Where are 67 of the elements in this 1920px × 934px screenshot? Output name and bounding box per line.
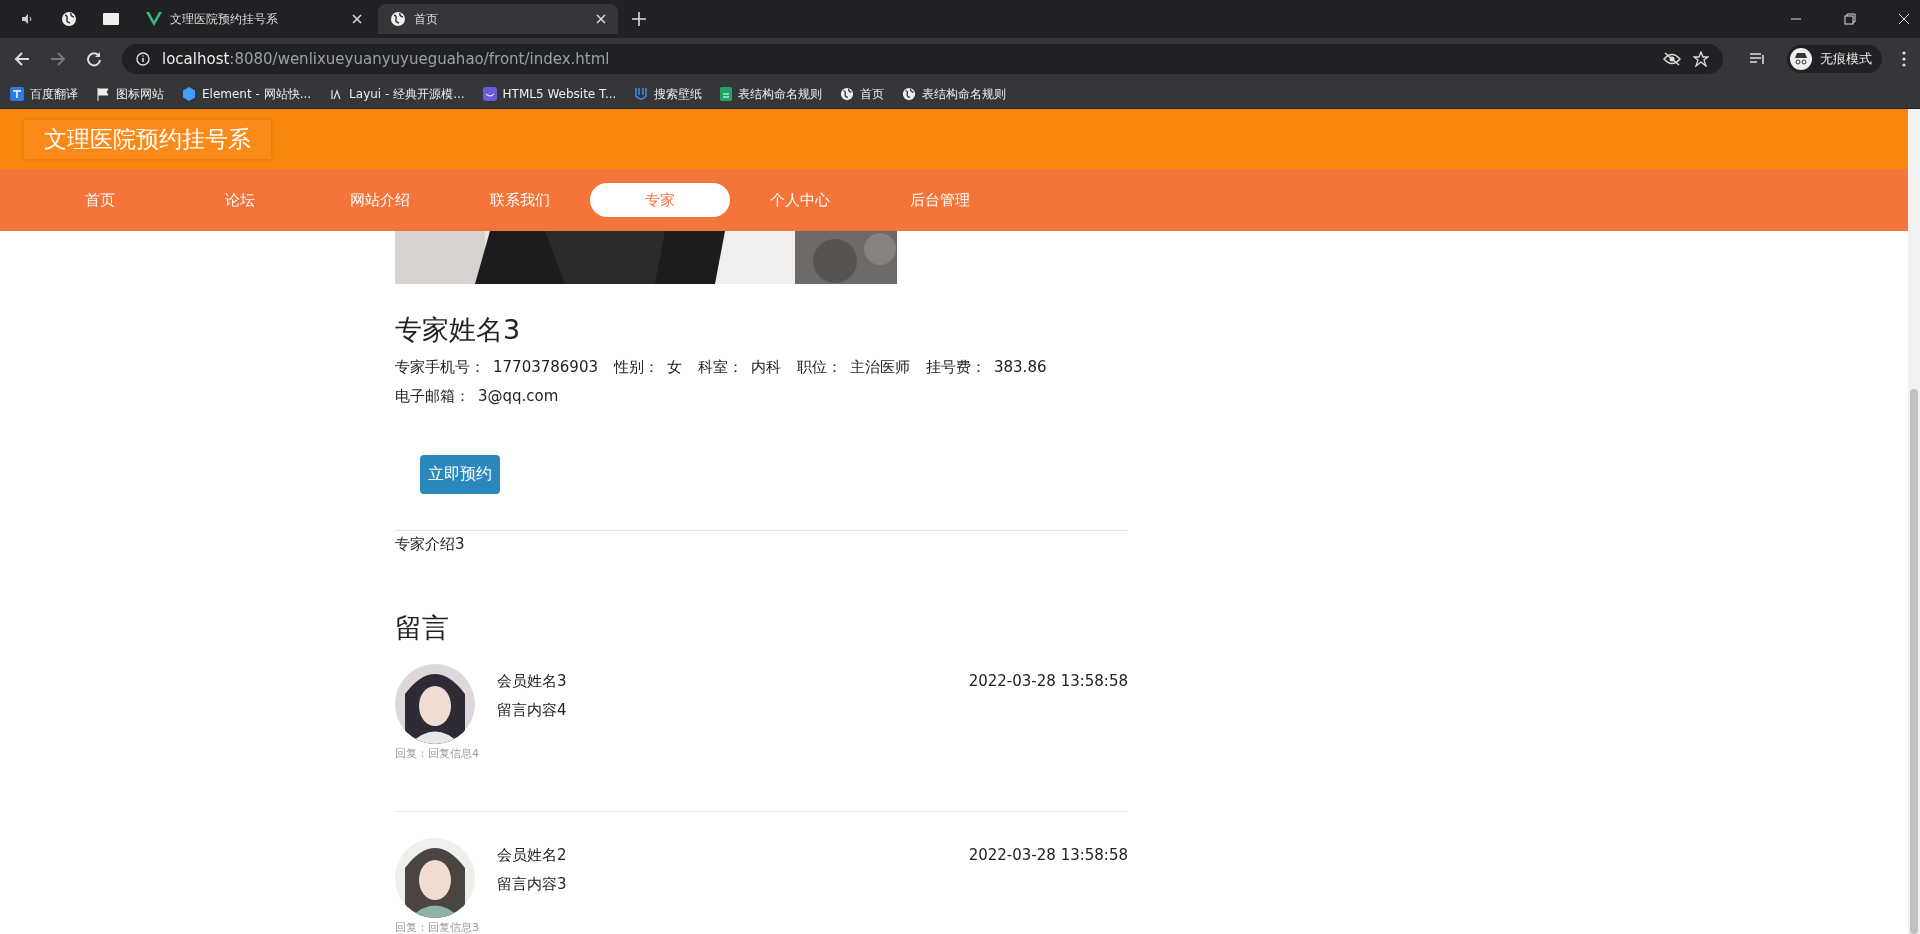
star-icon[interactable]: [1693, 51, 1709, 67]
close-icon[interactable]: [596, 14, 606, 24]
reply-text: 回复：回复信息3: [395, 920, 480, 934]
incognito-button[interactable]: 无痕模式: [1787, 45, 1882, 73]
comment-text: 留言内容4: [497, 701, 568, 720]
reload-icon[interactable]: [86, 51, 102, 67]
field-label: 电子邮箱：: [395, 387, 470, 406]
new-tab-icon[interactable]: [632, 12, 646, 26]
playlist-icon[interactable]: [1749, 52, 1767, 66]
close-icon[interactable]: [352, 14, 362, 24]
hexagon-icon: [182, 87, 196, 101]
field-label: 科室：: [698, 358, 743, 377]
eye-off-icon[interactable]: [1663, 52, 1681, 66]
u-icon: [634, 87, 649, 101]
speaker-icon: [21, 13, 33, 25]
section-heading: 留言: [395, 611, 450, 645]
flag-icon: [96, 87, 110, 101]
bookmark[interactable]: 图标网站: [96, 85, 164, 103]
bookmark[interactable]: 表结构命名规则: [720, 85, 823, 103]
restore-icon[interactable]: [1844, 13, 1856, 25]
info-icon: [136, 52, 150, 66]
globe-icon: [840, 87, 855, 101]
back-icon[interactable]: [14, 51, 30, 67]
field-label: 专家手机号：: [395, 358, 485, 377]
member-name: 会员姓名2: [497, 846, 568, 865]
tab-title: 文理医院预约挂号系: [170, 10, 279, 28]
tab-title: 首页: [414, 10, 439, 28]
field-label: 职位：: [797, 358, 842, 377]
page-icon: [103, 13, 119, 25]
app-icon: [482, 87, 497, 101]
comment-time: 2022-03-28 13:58:58: [968, 845, 1128, 866]
member-name: 会员姓名3: [497, 672, 568, 691]
field-value: 383.86: [994, 358, 1047, 377]
bookmark[interactable]: 百度翻译: [10, 85, 78, 103]
translate-icon: [10, 87, 24, 101]
incognito-icon: [1790, 48, 1812, 70]
bookmark[interactable]: 首页: [840, 85, 885, 103]
sheet-icon: [720, 87, 733, 101]
globe-icon: [61, 11, 77, 27]
bookmark[interactable]: 表结构命名规则: [902, 85, 1007, 103]
address-field[interactable]: localhost:8080/wenlixueyuanyuyueguahao/front/index.html: [122, 44, 1723, 74]
scrollbar-thumb[interactable]: [1910, 389, 1918, 934]
bookmark[interactable]: HTML5 Website T...: [482, 87, 617, 101]
comment-time: 2022-03-28 13:58:58: [968, 671, 1128, 692]
expert-intro: 专家介绍3: [395, 535, 466, 554]
field-value: 3@qq.com: [478, 387, 559, 406]
expert-name: 专家姓名3: [395, 313, 522, 347]
bookmark[interactable]: Layui - 经典开源模...: [329, 85, 465, 103]
globe-icon: [902, 87, 917, 101]
book-now-button[interactable]: 立即预约: [420, 455, 500, 494]
field-value: 17703786903: [493, 358, 598, 377]
field-value: 主治医师: [850, 358, 910, 377]
forward-icon[interactable]: [50, 51, 66, 67]
bookmark[interactable]: 搜索壁纸: [634, 85, 703, 103]
reply-text: 回复：回复信息4: [395, 746, 480, 761]
globe-icon: [390, 11, 406, 27]
field-label: 挂号费：: [926, 358, 986, 377]
browser-tab[interactable]: 首页: [378, 4, 618, 34]
v-logo-icon: [146, 12, 162, 26]
more-icon[interactable]: [1902, 51, 1906, 67]
field-value: 女: [667, 358, 682, 377]
bookmark[interactable]: Element - 网站快...: [182, 85, 312, 103]
browser-tab[interactable]: 文理医院预约挂号系: [134, 4, 374, 34]
field-label: 性别：: [614, 358, 659, 377]
comment-text: 留言内容3: [497, 875, 568, 894]
field-value: 内科: [751, 358, 781, 377]
close-icon[interactable]: [1898, 13, 1910, 25]
